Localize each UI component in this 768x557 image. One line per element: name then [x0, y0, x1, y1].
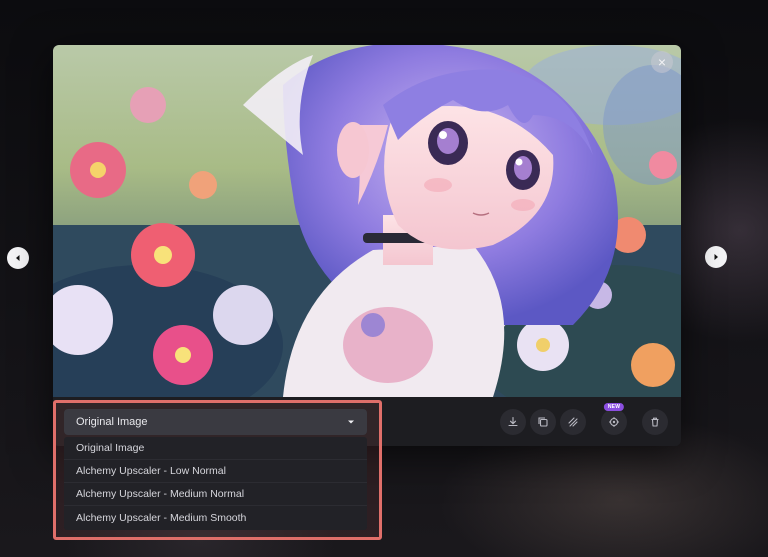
generated-image: × — [53, 45, 681, 397]
remove-background-icon — [568, 417, 578, 427]
option-alchemy-upscaler-medium-smooth[interactable]: Alchemy Upscaler - Medium Smooth — [64, 506, 367, 529]
trash-icon — [651, 417, 659, 427]
unzoom-button[interactable]: NEW — [601, 403, 627, 435]
remove-background-button[interactable] — [560, 409, 586, 435]
new-badge: NEW — [603, 403, 625, 411]
next-image-button[interactable] — [705, 246, 727, 268]
close-button[interactable]: × — [651, 51, 673, 73]
option-alchemy-upscaler-low-normal[interactable]: Alchemy Upscaler - Low Normal — [64, 460, 367, 483]
option-alchemy-upscaler-medium-normal[interactable]: Alchemy Upscaler - Medium Normal — [64, 483, 367, 506]
copy-button[interactable] — [530, 409, 556, 435]
upscale-options-menu: Original Image Alchemy Upscaler - Low No… — [64, 437, 367, 530]
chevron-left-icon — [16, 255, 20, 261]
caret-down-icon — [348, 420, 354, 424]
copy-icon — [538, 417, 548, 427]
previous-image-button[interactable] — [7, 247, 29, 269]
delete-button[interactable] — [642, 409, 668, 435]
option-original-image[interactable]: Original Image — [64, 437, 367, 460]
selected-value: Original Image — [76, 416, 148, 428]
upscale-version-select[interactable]: Original Image — [64, 409, 367, 435]
unzoom-icon — [609, 417, 619, 427]
download-button[interactable] — [500, 409, 526, 435]
anime-girl-illustration — [53, 45, 681, 397]
close-icon: × — [657, 54, 667, 70]
download-icon — [508, 416, 518, 427]
image-viewer-modal: × NEW — [53, 45, 681, 446]
chevron-right-icon — [714, 254, 718, 260]
